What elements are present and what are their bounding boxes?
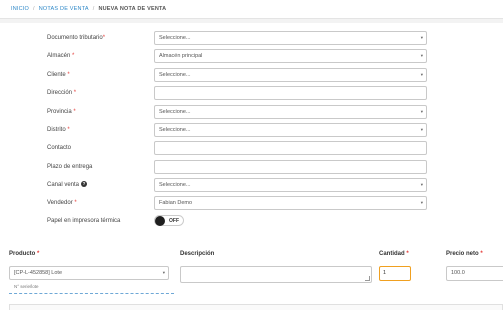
precio-header: Precio neto * — [446, 251, 483, 257]
breadcrumb-separator: / — [33, 6, 35, 12]
row-papel: Papel en impresora térmica OFF — [0, 214, 503, 228]
row-vendedor: Vendedor * Fabian Demo ▾ — [0, 196, 503, 210]
breadcrumb-inicio[interactable]: INICIO — [11, 6, 29, 12]
chevron-down-icon: ▾ — [420, 127, 423, 132]
provincia-label: Provincia * — [47, 109, 76, 115]
row-almacen: Almacén * Almacén principal ▾ — [0, 49, 503, 63]
row-provincia: Provincia * Seleccione... ▾ — [0, 105, 503, 119]
descripcion-textarea[interactable] — [180, 266, 372, 283]
contacto-input[interactable] — [154, 141, 427, 155]
canal-select[interactable]: Seleccione... ▾ — [154, 178, 427, 192]
chevron-down-icon: ▾ — [420, 72, 423, 77]
almacen-select[interactable]: Almacén principal ▾ — [154, 49, 427, 63]
row-documento: Documento tributario* Seleccione... ▾ — [0, 31, 503, 45]
breadcrumb: INICIO / NOTAS DE VENTA / NUEVA NOTA DE … — [0, 0, 503, 19]
chevron-down-icon: ▾ — [420, 200, 423, 205]
contacto-label: Contacto — [47, 145, 72, 151]
cantidad-input[interactable]: 1 — [379, 266, 411, 281]
almacen-label: Almacén * — [47, 53, 75, 59]
papel-label: Papel en impresora térmica — [47, 218, 121, 224]
plazo-input[interactable] — [154, 160, 427, 174]
breadcrumb-current: NUEVA NOTA DE VENTA — [98, 6, 167, 12]
vendedor-label: Vendedor * — [47, 200, 77, 206]
row-contacto: Contacto — [0, 141, 503, 155]
provincia-select[interactable]: Seleccione... ▾ — [154, 105, 427, 119]
cliente-select[interactable]: Seleccione... ▾ — [154, 68, 427, 82]
precio-input[interactable]: 100.0 — [446, 266, 503, 281]
papel-toggle[interactable]: OFF — [154, 215, 184, 226]
cantidad-header: Cantidad * — [379, 251, 409, 257]
breadcrumb-separator: / — [92, 6, 95, 12]
chevron-down-icon: ▾ — [420, 182, 423, 187]
direccion-label: Dirección * — [47, 90, 77, 96]
canal-label: Canal venta? — [47, 181, 88, 188]
vendedor-select[interactable]: Fabian Demo ▾ — [154, 196, 427, 210]
descripcion-header: Descripción — [180, 251, 215, 257]
items-footer-panel — [9, 304, 503, 310]
producto-select[interactable]: [CP-L-452858] Lote ▾ — [9, 266, 169, 280]
direccion-input[interactable] — [154, 86, 427, 100]
row-distrito: Distrito * Seleccione... ▾ — [0, 123, 503, 137]
row-canal: Canal venta? Seleccione... ▾ — [0, 178, 503, 192]
chevron-down-icon: ▾ — [420, 35, 423, 40]
producto-header: Producto * — [9, 251, 40, 257]
serie-lote-field[interactable]: N° serie/lote — [9, 282, 174, 294]
distrito-select[interactable]: Seleccione... ▾ — [154, 123, 427, 137]
documento-select[interactable]: Seleccione... ▾ — [154, 31, 427, 45]
toggle-knob — [155, 215, 165, 226]
plazo-label: Plazo de entrega — [47, 164, 93, 170]
row-cliente: Cliente * Seleccione... ▾ — [0, 68, 503, 82]
chevron-down-icon: ▾ — [162, 270, 165, 275]
chevron-down-icon: ▾ — [420, 53, 423, 58]
resize-handle-icon[interactable] — [365, 276, 370, 281]
row-plazo: Plazo de entrega — [0, 160, 503, 174]
distrito-label: Distrito * — [47, 127, 70, 133]
breadcrumb-notas-de-venta[interactable]: NOTAS DE VENTA — [39, 6, 89, 12]
help-circle-icon[interactable]: ? — [81, 181, 88, 188]
row-direccion: Dirección * — [0, 86, 503, 100]
chevron-down-icon: ▾ — [420, 109, 423, 114]
documento-label: Documento tributario* — [47, 35, 106, 41]
cliente-label: Cliente * — [47, 72, 70, 78]
toggle-state: OFF — [169, 217, 179, 224]
